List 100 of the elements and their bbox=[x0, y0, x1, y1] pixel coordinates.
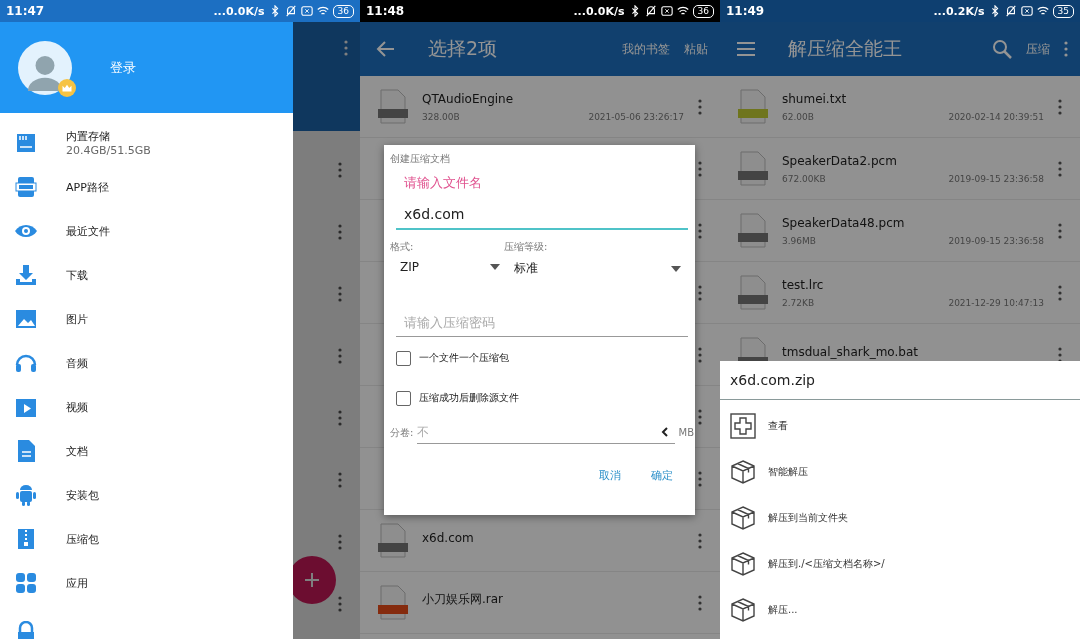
split-size-input[interactable]: 不 bbox=[417, 421, 661, 443]
drawer-item-label: 内置存储 bbox=[66, 129, 111, 144]
menu-icon[interactable] bbox=[736, 39, 756, 59]
app-bar-title: 选择2项 bbox=[428, 36, 498, 61]
unit-label: MB bbox=[678, 427, 694, 438]
file-icon bbox=[738, 88, 768, 125]
crown-badge-icon bbox=[58, 78, 76, 97]
file-size: 2.72KB bbox=[782, 297, 815, 308]
drawer-item[interactable]: 应用 bbox=[0, 561, 293, 605]
battery-indicator: 36 bbox=[332, 4, 354, 18]
status-time: 11:49 bbox=[726, 4, 766, 18]
bell-off-icon bbox=[284, 5, 297, 17]
level-label: 压缩等级: bbox=[504, 240, 549, 254]
sheet-item[interactable]: 解压... bbox=[720, 587, 1080, 633]
plus-box-icon bbox=[730, 413, 756, 439]
wifi-icon bbox=[316, 5, 329, 17]
file-name: tmsdual_shark_mo.bat bbox=[782, 344, 919, 359]
format-dropdown[interactable]: ZIP bbox=[390, 254, 504, 280]
format-label: 格式: bbox=[390, 240, 415, 254]
file-name: x6d.com bbox=[422, 530, 475, 545]
caret-icon bbox=[671, 265, 681, 272]
package-icon bbox=[730, 551, 756, 577]
drawer-item-label: 文档 bbox=[66, 443, 88, 459]
drawer-item[interactable]: 压缩包 bbox=[0, 517, 293, 561]
file-size: 3.96MB bbox=[782, 235, 816, 246]
toolbar-action[interactable]: 我的书签 bbox=[622, 40, 670, 58]
file-row[interactable]: shumei.txt 62.00B 2020-02-14 20:39:51 bbox=[720, 76, 1080, 138]
drawer-item[interactable]: 音频 bbox=[0, 341, 293, 385]
file-size: 62.00B bbox=[782, 111, 814, 122]
level-dropdown[interactable]: 标准 bbox=[504, 254, 685, 283]
file-size: 328.00B bbox=[422, 111, 460, 122]
file-row[interactable]: QTAudioEngine 328.00B 2021-05-06 23:26:17 bbox=[360, 76, 720, 138]
search-icon[interactable] bbox=[992, 39, 1012, 59]
drawer-item-label: 安装包 bbox=[66, 487, 99, 503]
field-label: 请输入文件名 bbox=[404, 174, 483, 192]
sheet-item[interactable]: 智能解压 bbox=[720, 449, 1080, 495]
app-icon bbox=[14, 175, 38, 199]
file-icon bbox=[738, 150, 768, 187]
android-icon bbox=[14, 483, 38, 507]
sim-icon bbox=[1020, 5, 1033, 17]
sheet-item[interactable]: 解压到当前文件夹 bbox=[720, 495, 1080, 541]
checkbox-option[interactable]: 一个文件一个压缩包 bbox=[396, 339, 695, 377]
toolbar-action[interactable]: 粘贴 bbox=[684, 40, 708, 58]
file-name: QTAudioEngine bbox=[422, 91, 515, 106]
drawer-item[interactable]: 文档 bbox=[0, 429, 293, 473]
file-row[interactable]: SpeakerData2.pcm 672.00KB 2019-09-15 23:36:58 bbox=[720, 138, 1080, 200]
drawer-item[interactable]: 最近文件 bbox=[0, 209, 293, 253]
file-row[interactable]: test.lrc 2.72KB 2021-12-29 10:47:13 bbox=[720, 262, 1080, 324]
package-icon bbox=[730, 459, 756, 485]
wifi-icon bbox=[1036, 5, 1049, 17]
drawer-item[interactable]: 图片 bbox=[0, 297, 293, 341]
drawer-item-label: 压缩包 bbox=[66, 531, 99, 547]
drawer-item[interactable]: APP路径 bbox=[0, 165, 293, 209]
drawer-item[interactable]: 安装包 bbox=[0, 473, 293, 517]
drawer-item-label: 视频 bbox=[66, 399, 88, 415]
sheet-item[interactable]: 查看 bbox=[720, 403, 1080, 449]
checkbox[interactable] bbox=[396, 350, 411, 366]
file-date: 2021-05-06 23:26:17 bbox=[588, 111, 684, 122]
file-row[interactable]: SpeakerData48.pcm 3.96MB 2019-09-15 23:36:58 bbox=[720, 200, 1080, 262]
chevron-left-icon[interactable] bbox=[660, 427, 669, 437]
storage-usage: 20.4GB/51.5GB bbox=[66, 144, 151, 157]
file-icon bbox=[378, 584, 408, 621]
file-icon bbox=[378, 522, 408, 559]
drawer-item[interactable]: 下载 bbox=[0, 253, 293, 297]
drawer-item-label: 最近文件 bbox=[66, 223, 110, 239]
toolbar-action[interactable]: 压缩 bbox=[1026, 40, 1050, 58]
drawer-item[interactable]: 视频 bbox=[0, 385, 293, 429]
file-row[interactable]: 小刀娱乐网.rar bbox=[360, 572, 720, 634]
file-name: SpeakerData48.pcm bbox=[782, 215, 906, 230]
drawer-item-label: 下载 bbox=[66, 267, 88, 283]
dialog-title: 创建压缩文档 bbox=[390, 152, 451, 166]
drawer-item-label: APP路径 bbox=[66, 179, 109, 195]
package-icon bbox=[730, 505, 756, 531]
network-speed: ...0.2K/s bbox=[933, 4, 985, 18]
battery-indicator: 36 bbox=[692, 4, 714, 18]
dialog-button[interactable]: 确定 bbox=[643, 464, 681, 487]
checkbox[interactable] bbox=[396, 390, 411, 406]
file-date: 2019-09-15 23:36:58 bbox=[948, 173, 1044, 184]
file-name-input[interactable]: x6d.com bbox=[396, 202, 688, 230]
bell-off-icon bbox=[644, 5, 657, 17]
dialog-button[interactable]: 取消 bbox=[591, 464, 629, 487]
sheet-item[interactable]: 解压到./<压缩文档名称>/ bbox=[720, 541, 1080, 587]
file-date: 2020-02-14 20:39:51 bbox=[948, 111, 1044, 122]
password-input[interactable]: 请输入压缩密码 bbox=[396, 309, 688, 337]
download-icon bbox=[14, 263, 38, 287]
file-name: test.lrc bbox=[782, 277, 825, 292]
status-time: 11:47 bbox=[6, 4, 46, 18]
split-label: 分卷: bbox=[390, 425, 414, 440]
sd-card-icon bbox=[14, 131, 38, 155]
file-date: 2019-09-15 23:36:58 bbox=[948, 235, 1044, 246]
file-date: 2021-12-29 10:47:13 bbox=[948, 297, 1044, 308]
file-name: SpeakerData2.pcm bbox=[782, 153, 898, 168]
apps-icon bbox=[14, 571, 38, 595]
checkbox-option[interactable]: 压缩成功后删除源文件 bbox=[396, 379, 695, 417]
drawer-item[interactable]: 内置存储 20.4GB/51.5GB bbox=[0, 121, 293, 165]
file-name: 小刀娱乐网.rar bbox=[422, 591, 505, 608]
back-arrow-icon[interactable] bbox=[376, 39, 396, 59]
file-name: shumei.txt bbox=[782, 91, 848, 106]
file-icon bbox=[738, 274, 768, 311]
plus-icon bbox=[304, 572, 320, 588]
